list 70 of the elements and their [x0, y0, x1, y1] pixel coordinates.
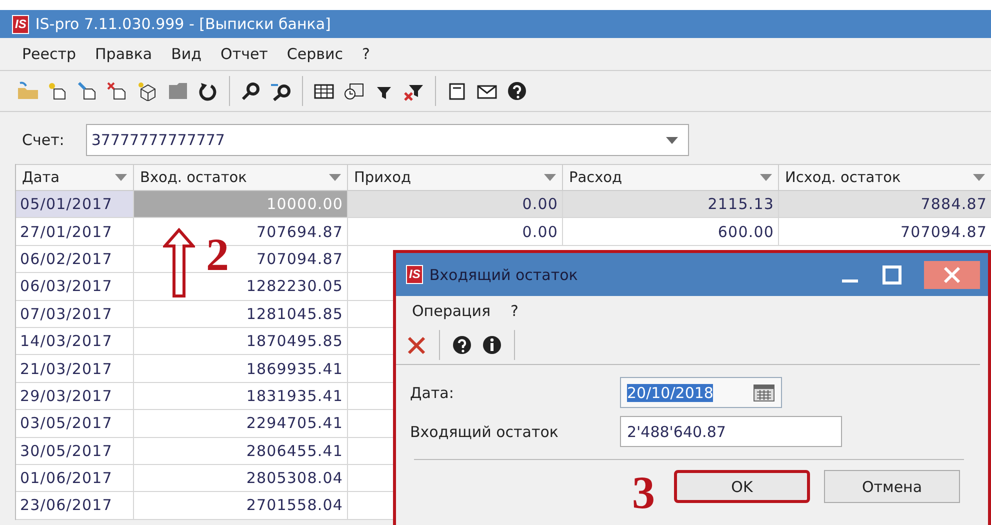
window-title: IS-pro 7.11.030.999 - [Выписки банка]: [35, 15, 331, 33]
input-field[interactable]: 2'488'640.87: [620, 416, 842, 447]
table-cell: 707094.87: [256, 250, 343, 268]
sort-arrow-icon[interactable]: [329, 174, 341, 181]
table-cell: 2294705.41: [246, 414, 343, 432]
table-cell[interactable]: 23/06/2017: [16, 492, 134, 519]
maximize-icon[interactable]: [882, 264, 902, 284]
menu-item[interactable]: ?: [354, 45, 381, 63]
table-cell: 707094.87: [900, 222, 987, 241]
search-next-icon[interactable]: [269, 81, 293, 101]
table-cell[interactable]: 30/05/2017: [16, 438, 134, 464]
app-logo: IS: [406, 265, 424, 284]
dialog-title: Входящий остаток: [429, 266, 579, 284]
sort-arrow-icon[interactable]: [115, 174, 127, 181]
table-cell: 2115.13: [708, 195, 774, 214]
account-dropdown[interactable]: 37777777777777: [86, 124, 690, 156]
sort-arrow-icon[interactable]: [544, 174, 556, 181]
step-number: 3: [632, 470, 655, 516]
menu-item[interactable]: Правка: [87, 45, 164, 63]
dialog-button[interactable]: Отмена: [824, 470, 960, 503]
table-cell: 10000.00: [266, 195, 343, 214]
table-cell: 1282230.05: [246, 277, 343, 296]
sort-arrow-icon[interactable]: [760, 174, 772, 181]
calendar-icon[interactable]: [753, 384, 775, 402]
table-cell: 1870495.85: [246, 332, 343, 350]
app-logo: IS: [12, 14, 30, 34]
table-cell: 2701558.04: [246, 496, 343, 514]
menu-item[interactable]: ?: [510, 302, 519, 320]
field-label: Входящий остаток: [410, 422, 560, 440]
table-cell: 0.00: [522, 195, 558, 214]
menu-item[interactable]: Вид: [163, 45, 213, 63]
help-icon[interactable]: [451, 335, 473, 355]
dropdown-arrow-icon[interactable]: [666, 136, 678, 144]
table-cell: 600.00: [718, 222, 774, 241]
menu-item[interactable]: Операция: [412, 302, 491, 320]
table-cell[interactable]: 29/03/2017: [16, 382, 134, 410]
table-cell[interactable]: 06/02/2017: [16, 246, 134, 272]
dialog-button[interactable]: OK: [674, 470, 810, 503]
table-cell[interactable]: 01/06/2017: [16, 464, 134, 492]
date-field[interactable]: 20/10/2018: [620, 377, 782, 408]
menu-item[interactable]: Сервис: [278, 45, 354, 63]
table-cell[interactable]: 27/01/2017: [16, 218, 134, 245]
table-cell[interactable]: 14/03/2017: [16, 328, 134, 354]
table-cell: 707694.87: [256, 222, 343, 241]
step-number: 2: [206, 232, 229, 278]
field-label: Дата:: [410, 384, 455, 402]
table-cell[interactable]: 07/03/2017: [16, 300, 134, 327]
table-cell[interactable]: 05/01/2017: [16, 191, 134, 218]
close-icon[interactable]: [942, 264, 962, 284]
table-cell[interactable]: 06/03/2017: [16, 273, 134, 300]
clock-copy-icon[interactable]: [342, 81, 366, 101]
table-cell: 2806455.41: [246, 442, 343, 460]
table-cell: 2805308.04: [246, 469, 343, 488]
sort-arrow-icon[interactable]: [973, 174, 985, 181]
delete-icon[interactable]: [406, 335, 428, 355]
up-arrow-annotation: [163, 228, 195, 298]
close-button[interactable]: [924, 260, 980, 288]
info-icon[interactable]: [481, 335, 503, 355]
table-cell[interactable]: 21/03/2017: [16, 355, 134, 382]
help-icon[interactable]: [505, 81, 529, 101]
table-cell: 1869935.41: [246, 360, 343, 378]
table-cell[interactable]: 03/05/2017: [16, 410, 134, 437]
menu-item[interactable]: Реестр: [14, 45, 88, 63]
table-cell: 7884.87: [920, 195, 987, 214]
account-label: Счет:: [22, 131, 64, 149]
table-cell: 1281045.85: [246, 304, 343, 323]
menu-item[interactable]: Отчет: [212, 45, 279, 63]
table-cell: 1831935.41: [246, 386, 343, 405]
table-cell: 0.00: [522, 222, 558, 241]
folder-icon[interactable]: [16, 81, 40, 101]
